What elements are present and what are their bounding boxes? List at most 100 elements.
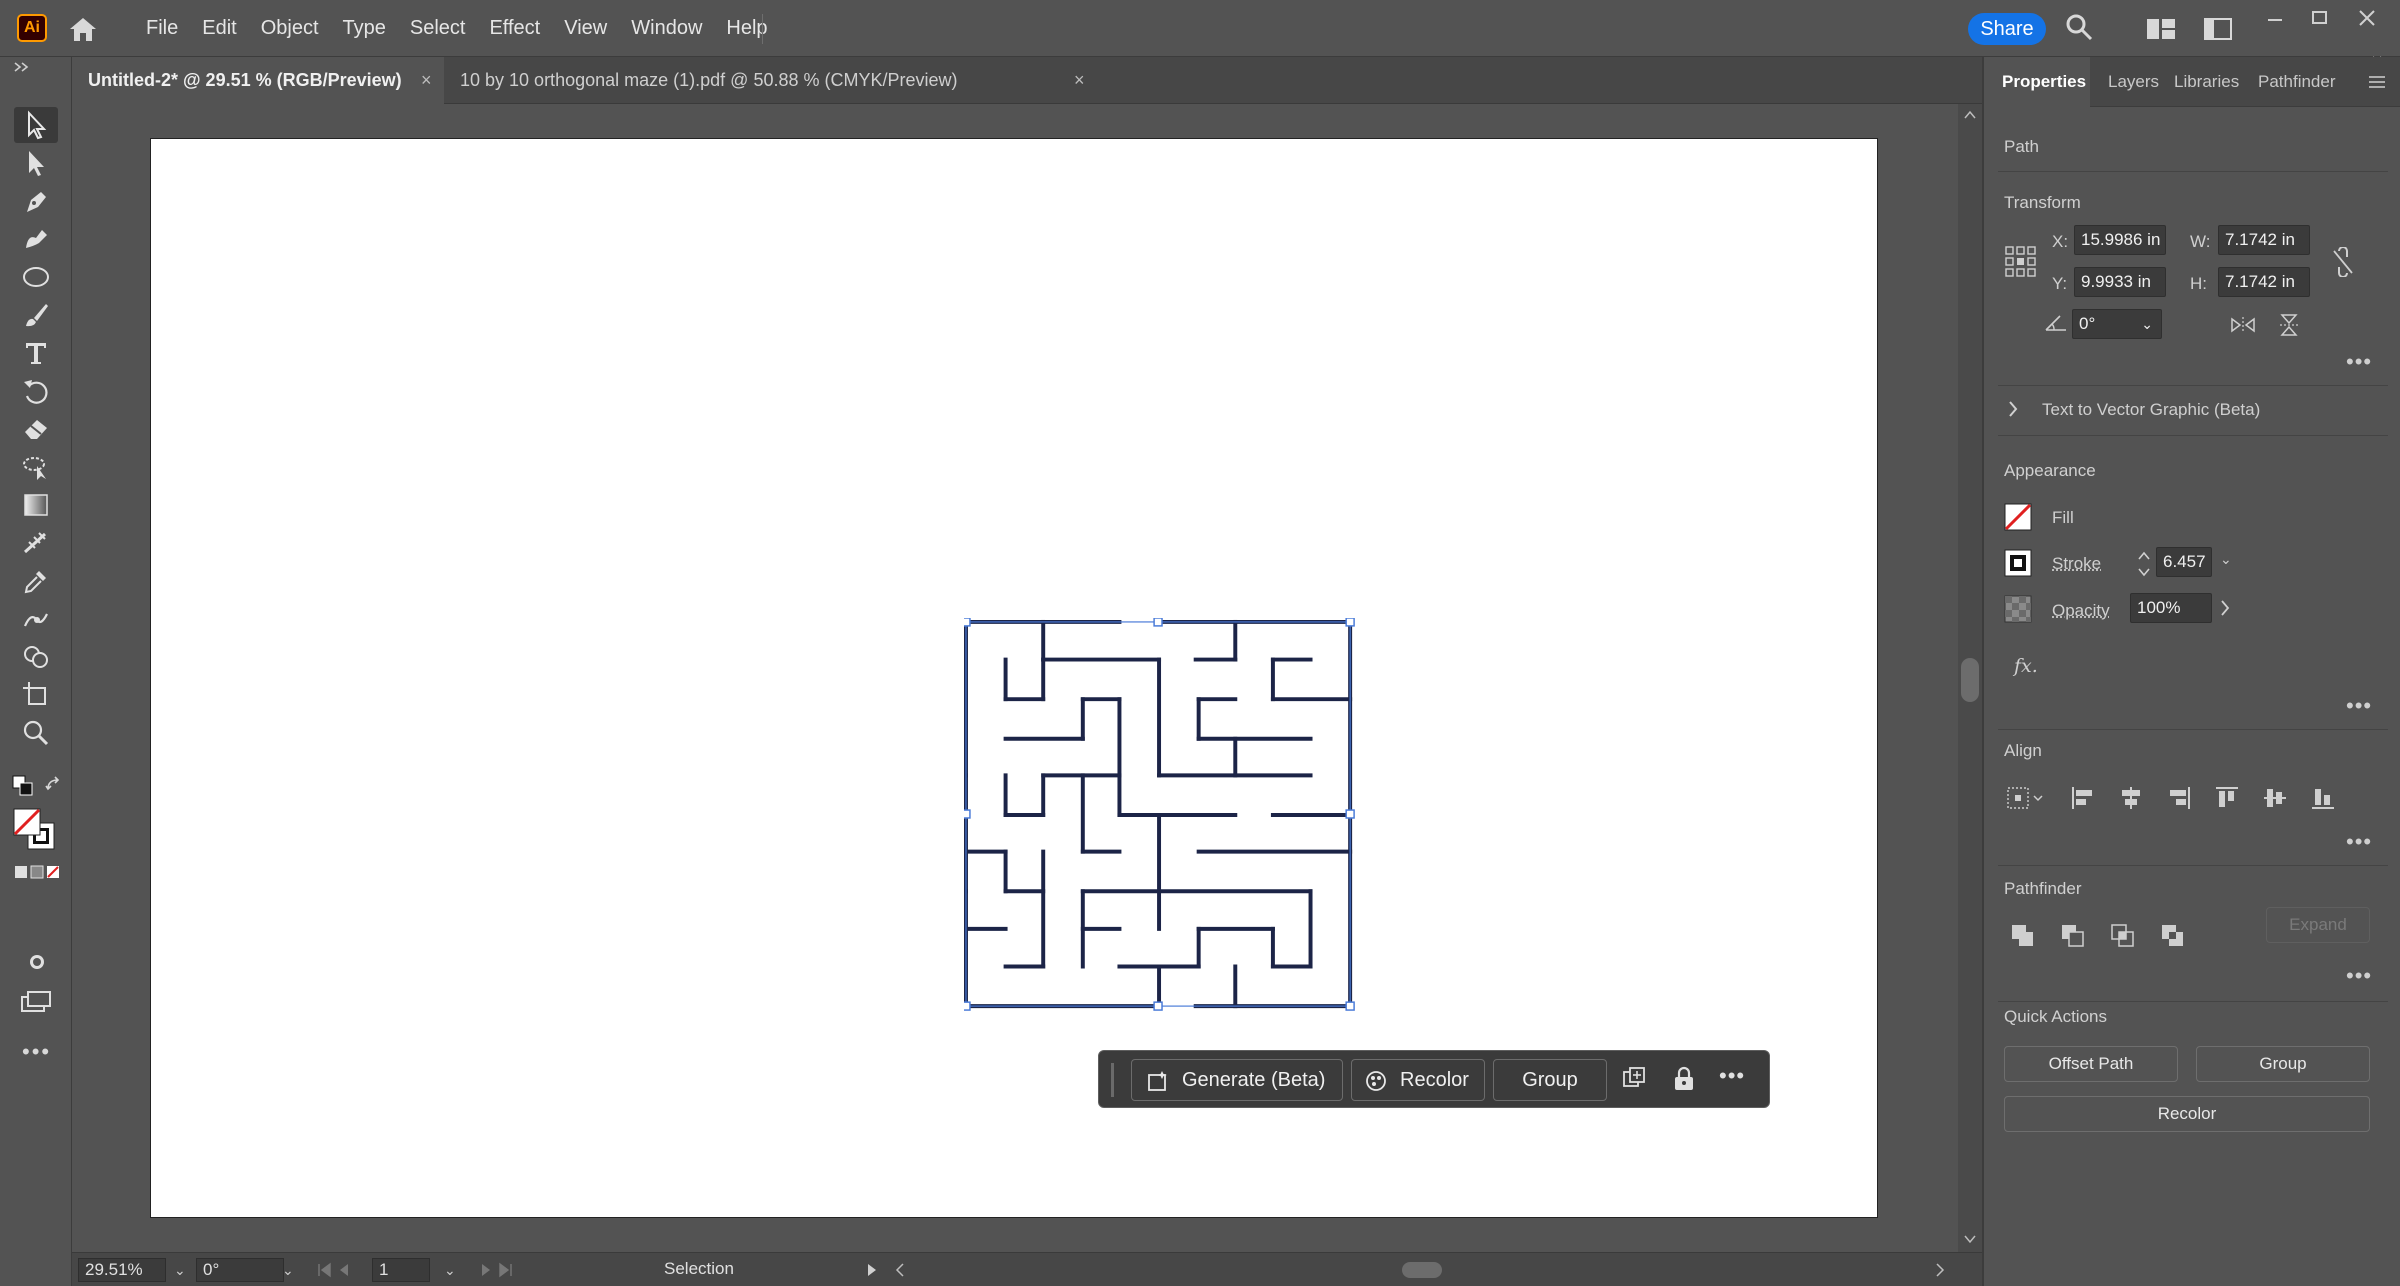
arrange-button[interactable] bbox=[1621, 1065, 1649, 1093]
tab-untitled-2[interactable]: Untitled-2* @ 29.51 % (RGB/Preview) × bbox=[72, 57, 444, 104]
stroke-stepper-icon[interactable] bbox=[2136, 549, 2152, 579]
align-more-options-icon[interactable]: ••• bbox=[2346, 829, 2372, 855]
appearance-more-options-icon[interactable]: ••• bbox=[2346, 693, 2372, 719]
ellipse-tool[interactable] bbox=[14, 259, 58, 295]
text-to-vector-section[interactable]: Text to Vector Graphic (Beta) bbox=[2042, 400, 2260, 420]
shape-builder-tool[interactable] bbox=[14, 639, 58, 675]
opacity-expand-icon[interactable] bbox=[2218, 597, 2232, 619]
vertical-scrollbar[interactable] bbox=[1958, 104, 1982, 1252]
selection-tool[interactable] bbox=[14, 107, 58, 143]
tab-pathfinder[interactable]: Pathfinder bbox=[2258, 57, 2346, 107]
height-field[interactable]: 7.1742 in bbox=[2218, 267, 2310, 297]
menu-effect[interactable]: Effect bbox=[477, 0, 552, 57]
workspace-switcher-button[interactable] bbox=[2204, 18, 2232, 40]
fill-swatch[interactable] bbox=[2004, 503, 2032, 531]
stroke-weight-dropdown-icon[interactable]: ⌄ bbox=[2220, 551, 2232, 568]
maximize-button[interactable] bbox=[2305, 6, 2335, 30]
rotation-dropdown-icon[interactable]: ⌄ bbox=[282, 1258, 294, 1282]
artboard-dropdown-icon[interactable]: ⌄ bbox=[444, 1258, 456, 1282]
horizontal-scroll-thumb[interactable] bbox=[1402, 1262, 1442, 1278]
color-mode-icons[interactable] bbox=[14, 864, 60, 880]
close-tab-icon[interactable]: × bbox=[421, 57, 432, 104]
screen-mode-icon[interactable] bbox=[20, 989, 52, 1015]
eraser-tool[interactable] bbox=[14, 411, 58, 447]
draw-mode-icon[interactable] bbox=[24, 949, 50, 975]
rotation-angle-field[interactable]: 0° ⌄ bbox=[2072, 309, 2162, 339]
artboard-number-field[interactable]: 1 bbox=[372, 1258, 430, 1282]
align-to-selection-icon[interactable] bbox=[2006, 785, 2046, 811]
artboard-tool[interactable] bbox=[14, 677, 58, 713]
rotate-tool[interactable] bbox=[14, 373, 58, 409]
chevron-right-icon[interactable] bbox=[2006, 399, 2020, 419]
reference-point-icon[interactable] bbox=[2004, 245, 2038, 279]
pathfinder-minus-front-icon[interactable] bbox=[2060, 923, 2086, 949]
opacity-field[interactable]: 100% bbox=[2130, 593, 2212, 623]
swap-colors-icon[interactable] bbox=[44, 775, 64, 795]
opacity-swatch[interactable] bbox=[2004, 595, 2032, 623]
close-tab-icon[interactable]: × bbox=[1074, 57, 1085, 104]
scroll-down-icon[interactable] bbox=[1964, 1234, 1976, 1244]
offset-path-button[interactable]: Offset Path bbox=[2004, 1046, 2178, 1082]
zoom-level-field[interactable]: 29.51% bbox=[78, 1258, 166, 1282]
recolor-quick-action-button[interactable]: Recolor bbox=[2004, 1096, 2370, 1132]
constrain-proportions-icon[interactable] bbox=[2330, 247, 2358, 277]
menu-window[interactable]: Window bbox=[619, 0, 714, 57]
type-tool[interactable] bbox=[14, 335, 58, 371]
collapse-panel-icon[interactable] bbox=[12, 61, 32, 73]
next-last-artboard-icons[interactable] bbox=[478, 1262, 526, 1278]
tab-layers[interactable]: Layers bbox=[2108, 57, 2159, 107]
pathfinder-exclude-icon[interactable] bbox=[2160, 923, 2186, 949]
stroke-weight-field[interactable]: 6.457 bbox=[2156, 547, 2212, 577]
stroke-label[interactable]: Stroke bbox=[2052, 554, 2101, 574]
width-field[interactable]: 7.1742 in bbox=[2218, 225, 2310, 255]
search-button[interactable] bbox=[2064, 12, 2094, 42]
minimize-button[interactable] bbox=[2260, 6, 2290, 30]
align-vertical-center-icon[interactable] bbox=[2262, 785, 2288, 811]
first-previous-artboard-icons[interactable] bbox=[316, 1262, 376, 1278]
scroll-up-icon[interactable] bbox=[1964, 110, 1976, 120]
lasso-tool[interactable] bbox=[14, 449, 58, 485]
tab-properties[interactable]: Properties bbox=[1984, 57, 2090, 107]
fx-effects-button[interactable]: fx. bbox=[2014, 655, 2038, 677]
group-quick-action-button[interactable]: Group bbox=[2196, 1046, 2370, 1082]
home-button[interactable] bbox=[66, 14, 100, 44]
close-window-button[interactable] bbox=[2352, 6, 2382, 30]
maze-path[interactable] bbox=[964, 618, 1364, 1014]
width-tool[interactable] bbox=[14, 525, 58, 561]
flip-vertical-icon[interactable] bbox=[2278, 313, 2300, 337]
gradient-tool[interactable] bbox=[14, 487, 58, 523]
generate-beta-button[interactable]: Generate (Beta) bbox=[1131, 1059, 1343, 1101]
flip-horizontal-icon[interactable] bbox=[2230, 315, 2256, 335]
menu-help[interactable]: Help bbox=[714, 0, 779, 57]
menu-file[interactable]: File bbox=[134, 0, 190, 57]
menu-object[interactable]: Object bbox=[249, 0, 331, 57]
direct-selection-tool[interactable] bbox=[14, 145, 58, 181]
menu-type[interactable]: Type bbox=[331, 0, 398, 57]
lock-button[interactable] bbox=[1671, 1065, 1697, 1093]
status-menu-icon[interactable] bbox=[866, 1262, 878, 1278]
default-colors-icon[interactable] bbox=[12, 775, 34, 797]
scroll-left-icon[interactable] bbox=[894, 1262, 906, 1278]
pathfinder-more-options-icon[interactable]: ••• bbox=[2346, 963, 2372, 989]
menu-view[interactable]: View bbox=[552, 0, 619, 57]
eyedropper-tool[interactable] bbox=[14, 563, 58, 599]
x-position-field[interactable]: 15.9986 in bbox=[2074, 225, 2166, 255]
y-position-field[interactable]: 9.9933 in bbox=[2074, 267, 2166, 297]
curvature-tool[interactable] bbox=[14, 221, 58, 257]
panel-menu-icon[interactable] bbox=[2368, 75, 2386, 89]
tab-libraries[interactable]: Libraries bbox=[2174, 57, 2239, 107]
zoom-dropdown-icon[interactable]: ⌄ bbox=[174, 1258, 186, 1282]
zoom-tool[interactable] bbox=[14, 715, 58, 751]
align-bottom-icon[interactable] bbox=[2310, 785, 2336, 811]
pen-tool[interactable] bbox=[14, 183, 58, 219]
pathfinder-intersect-icon[interactable] bbox=[2110, 923, 2136, 949]
align-top-icon[interactable] bbox=[2214, 785, 2240, 811]
share-button[interactable]: Share bbox=[1968, 13, 2046, 45]
paintbrush-tool[interactable] bbox=[14, 297, 58, 333]
puppet-warp-tool[interactable] bbox=[14, 601, 58, 637]
tab-maze-pdf[interactable]: 10 by 10 orthogonal maze (1).pdf @ 50.88… bbox=[444, 57, 1104, 104]
align-horizontal-center-icon[interactable] bbox=[2118, 785, 2144, 811]
vertical-scroll-thumb[interactable] bbox=[1961, 658, 1979, 702]
stroke-swatch[interactable] bbox=[2004, 549, 2032, 577]
fill-stroke-swatches[interactable] bbox=[12, 807, 58, 853]
